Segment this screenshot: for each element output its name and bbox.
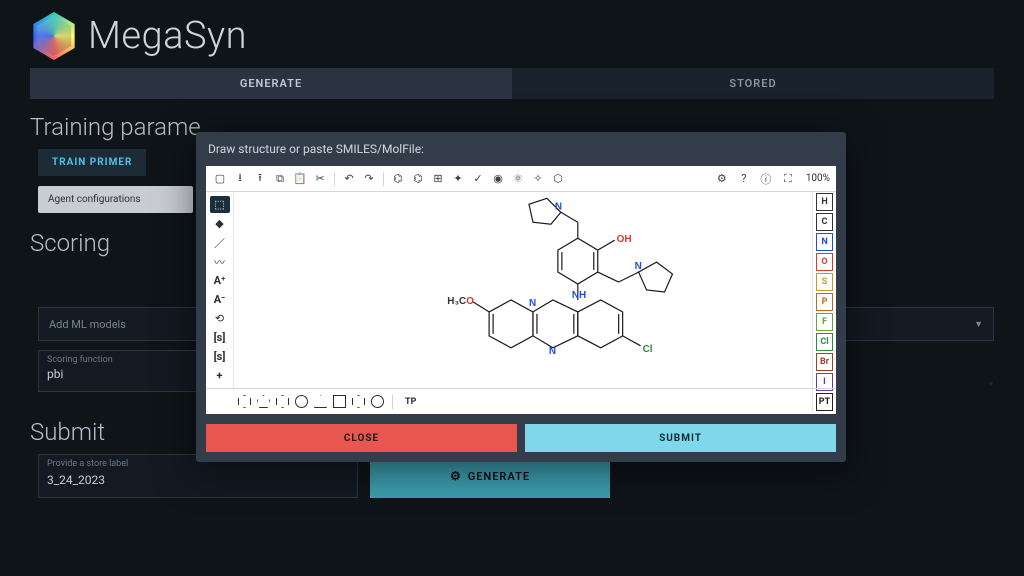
agent-configurations-button[interactable]: Agent configurations — [38, 186, 193, 213]
modal-submit-button[interactable]: SUBMIT — [525, 424, 836, 452]
reaction-plus-icon[interactable]: + — [210, 367, 230, 384]
editor-left-toolbar: ⬚ ◆ ／ 〰 A⁺ A⁻ ⟲ [s] [s] + — [206, 192, 234, 388]
sgroup2-icon[interactable]: [s] — [210, 348, 230, 365]
transform-icon[interactable]: ⟲ — [210, 310, 230, 327]
settings-icon[interactable]: ⚙ — [714, 171, 730, 187]
charge-plus-icon[interactable]: A⁺ — [210, 272, 230, 289]
sgroup-icon[interactable]: [s] — [210, 329, 230, 346]
new-file-icon[interactable]: ▢ — [212, 171, 228, 187]
charge-minus-icon[interactable]: A⁻ — [210, 291, 230, 308]
element-column: HCNOSPFClBrIPT — [812, 192, 836, 412]
n-label-3: N — [529, 298, 536, 309]
copy-icon[interactable]: ⧉ — [272, 171, 288, 187]
tab-stored[interactable]: STORED — [512, 68, 994, 99]
cl-label: Cl — [643, 344, 653, 355]
clean-icon[interactable]: ✦ — [450, 171, 466, 187]
element-f-button[interactable]: F — [816, 313, 833, 331]
stereo-icon[interactable]: ⚛ — [510, 171, 526, 187]
zoom-level[interactable]: 100% — [806, 173, 830, 184]
n-label-4: N — [549, 346, 556, 357]
redo-icon[interactable]: ↷ — [361, 171, 377, 187]
cyclohexane-icon[interactable] — [276, 395, 289, 408]
calc-icon[interactable]: ◉ — [490, 171, 506, 187]
dearomatize-icon[interactable]: ⌬ — [410, 171, 426, 187]
generate-button-label: GENERATE — [468, 470, 530, 483]
fullscreen-icon[interactable]: ⛶ — [780, 171, 796, 187]
store-label-value: 3_24_2023 — [47, 473, 349, 487]
train-primer-button[interactable]: TRAIN PRIMER — [38, 149, 146, 176]
misc-icon[interactable]: ✧ — [530, 171, 546, 187]
layout-icon[interactable]: ⊞ — [430, 171, 446, 187]
submit-title: Submit — [30, 418, 105, 446]
add-ml-models-label: Add ML models — [49, 318, 126, 331]
cyclobutane-icon[interactable] — [333, 395, 346, 408]
structure-editor-modal: Draw structure or paste SMILES/MolFile: … — [196, 132, 846, 462]
element-s-button[interactable]: S — [816, 273, 833, 291]
n-label-1: N — [555, 201, 562, 212]
app-title: MegaSyn — [88, 14, 247, 58]
element-c-button[interactable]: C — [816, 213, 833, 231]
h3co-label: H₃CO — [447, 296, 474, 307]
element-cl-button[interactable]: Cl — [816, 333, 833, 351]
element-p-button[interactable]: P — [816, 293, 833, 311]
element-o-button[interactable]: O — [816, 253, 833, 271]
single-bond-icon[interactable]: ／ — [210, 234, 230, 251]
main-tabs: GENERATE STORED — [0, 68, 1024, 99]
lasso-select-icon[interactable]: ⬚ — [210, 196, 230, 213]
open-file-icon[interactable]: ⭳ — [232, 171, 248, 187]
cut-icon[interactable]: ✂ — [312, 171, 328, 187]
element-n-button[interactable]: N — [816, 233, 833, 251]
element-h-button[interactable]: H — [816, 193, 833, 211]
scoring-function-label: Scoring function — [47, 355, 199, 365]
scoring-function-field[interactable]: Scoring function pbi — [38, 350, 208, 392]
structure-canvas[interactable]: OH N N NH N N H₃CO Cl — [234, 192, 812, 388]
paste-icon[interactable]: 📋 — [292, 171, 308, 187]
separator — [383, 172, 384, 186]
oh-label: OH — [617, 234, 632, 245]
3d-icon[interactable]: ⬡ — [550, 171, 566, 187]
cycloheptane-icon[interactable] — [295, 395, 308, 408]
n-label-2: N — [635, 261, 642, 272]
ring-icon[interactable] — [352, 395, 365, 408]
modal-close-button[interactable]: CLOSE — [206, 424, 517, 452]
tab-generate[interactable]: GENERATE — [30, 68, 512, 99]
modal-title: Draw structure or paste SMILES/MolFile: — [196, 132, 846, 166]
erase-icon[interactable]: ◆ — [210, 215, 230, 232]
info-icon[interactable]: ⓘ — [758, 171, 774, 187]
benzene-ring-icon[interactable] — [238, 395, 251, 408]
separator — [392, 395, 393, 409]
undo-icon[interactable]: ↶ — [341, 171, 357, 187]
separator — [334, 172, 335, 186]
ring-circle-icon[interactable] — [371, 395, 384, 408]
cyclopropane-icon[interactable] — [314, 395, 327, 408]
template-icon[interactable]: TP — [405, 397, 416, 407]
aromatize-icon[interactable]: ⌬ — [390, 171, 406, 187]
cyclopentane-icon[interactable] — [257, 395, 270, 408]
logo-icon — [30, 12, 78, 60]
shape-toolbar: TP — [206, 388, 836, 414]
element-more-icon[interactable]: ▾ — [982, 377, 1000, 391]
help-icon[interactable]: ? — [736, 171, 752, 187]
chemical-editor-panel: ▢ ⭳ ⭱ ⧉ 📋 ✂ ↶ ↷ ⌬ ⌬ ⊞ ✦ ✓ ◉ ⚛ ✧ ⬡ ⚙ ? ⓘ … — [206, 166, 836, 414]
modal-footer: CLOSE SUBMIT — [196, 414, 846, 462]
save-file-icon[interactable]: ⭱ — [252, 171, 268, 187]
check-icon[interactable]: ✓ — [470, 171, 486, 187]
chain-icon[interactable]: 〰 — [210, 253, 230, 270]
scoring-function-value: pbi — [47, 367, 199, 381]
element-br-button[interactable]: Br — [816, 353, 833, 371]
editor-top-toolbar: ▢ ⭳ ⭱ ⧉ 📋 ✂ ↶ ↷ ⌬ ⌬ ⊞ ✦ ✓ ◉ ⚛ ✧ ⬡ ⚙ ? ⓘ … — [206, 166, 836, 192]
nh-label: NH — [572, 290, 586, 301]
